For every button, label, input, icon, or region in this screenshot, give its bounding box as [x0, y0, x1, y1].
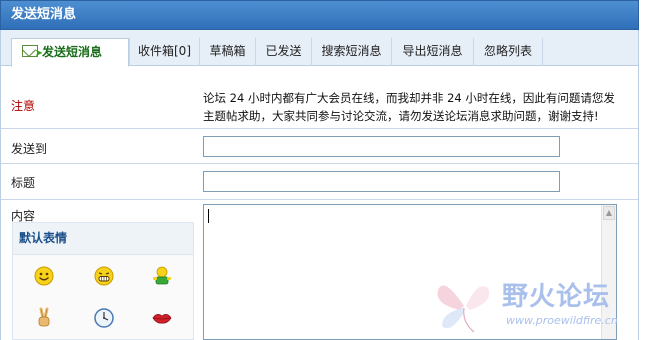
watermark-text: 野火论坛 — [502, 282, 611, 312]
divider — [1, 128, 638, 129]
subject-label: 标题 — [11, 176, 36, 190]
grin-icon[interactable] — [93, 265, 115, 287]
notice-label: 注意 — [11, 99, 36, 113]
notice-text: 论坛 24 小时内都有广大会员在线，而我却并非 24 小时在线，因此有问题请您发… — [203, 89, 633, 125]
divider — [1, 199, 638, 200]
divider — [1, 163, 638, 164]
send-to-label: 发送到 — [11, 142, 48, 156]
tab-sent[interactable]: 已发送 — [255, 38, 311, 66]
emoticon-panel-title: 默认表情 — [13, 223, 193, 255]
tab-bar: ➤ 发送短消息 收件箱[0] 草稿箱 已发送 搜索短消息 导出短消息 忽略列表 — [0, 30, 639, 67]
tab-send-message[interactable]: ➤ 发送短消息 — [11, 38, 129, 67]
emoticon-panel: 默认表情 — [12, 222, 194, 340]
lips-icon[interactable] — [151, 307, 173, 329]
text-caret — [208, 209, 209, 223]
envelope-send-icon: ➤ — [22, 45, 43, 59]
watermark-url: www.proewildfire.cn — [506, 314, 618, 327]
site-watermark: 野火论坛 www.proewildfire.cn — [430, 270, 640, 336]
tab-ignore-list[interactable]: 忽略列表 — [473, 38, 543, 66]
tab-search-messages[interactable]: 搜索短消息 — [311, 38, 391, 66]
butterfly-logo-icon — [437, 285, 490, 333]
tab-inbox[interactable]: 收件箱[0] — [129, 38, 199, 66]
subject-input[interactable] — [203, 171, 560, 192]
smile-icon[interactable] — [33, 265, 55, 287]
scroll-up-arrow-icon[interactable]: ▲ — [603, 206, 615, 220]
send-to-input[interactable] — [203, 136, 560, 157]
notice-line-2: 主题帖求助，大家共同参与讨论交流，请勿发送论坛消息求助问题，谢谢支持! — [203, 109, 599, 123]
green-figure-icon[interactable] — [151, 265, 173, 287]
tab-drafts[interactable]: 草稿箱 — [199, 38, 255, 66]
window-title: 发送短消息 — [0, 0, 639, 30]
tab-label: 发送短消息 — [42, 45, 103, 59]
tab-export-messages[interactable]: 导出短消息 — [391, 38, 473, 66]
clock-icon[interactable] — [93, 307, 115, 329]
notice-line-1: 论坛 24 小时内都有广大会员在线，而我却并非 24 小时在线，因此有问题请您发 — [203, 91, 615, 105]
victory-hand-icon[interactable] — [33, 307, 55, 329]
